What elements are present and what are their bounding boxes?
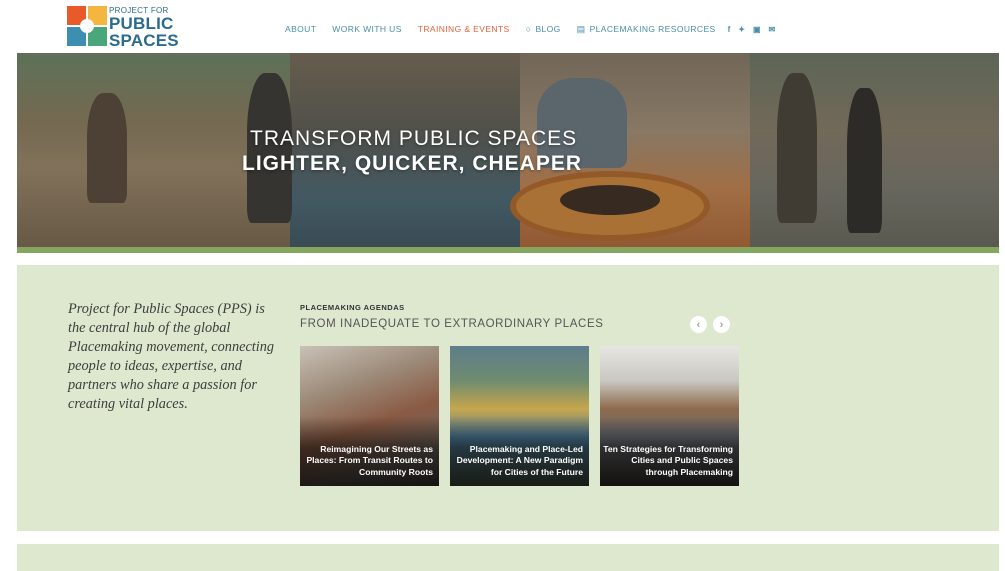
agenda-card[interactable]: Placemaking and Place-Led Development: A… bbox=[450, 346, 589, 486]
agenda-card-title: Ten Strategies for Transforming Cities a… bbox=[603, 443, 733, 477]
carousel-next-button[interactable]: › bbox=[713, 316, 730, 333]
facebook-icon[interactable]: f bbox=[728, 25, 731, 34]
logo-line2: SPACES bbox=[109, 31, 179, 50]
nav-placemaking-resources-label: PLACEMAKING RESOURCES bbox=[589, 24, 716, 34]
document-icon: ▤ bbox=[576, 23, 586, 34]
intro-text: Project for Public Spaces (PPS) is the c… bbox=[68, 301, 275, 412]
agenda-label: PLACEMAKING AGENDAS bbox=[300, 303, 405, 312]
next-section bbox=[17, 544, 999, 571]
nav-training-events[interactable]: TRAINING & EVENTS bbox=[418, 24, 510, 34]
nav-about[interactable]: ABOUT bbox=[285, 24, 316, 34]
hero-bottom-strip bbox=[17, 247, 999, 253]
nav-blog-label: BLOG bbox=[535, 24, 561, 34]
chevron-left-icon: ‹ bbox=[696, 318, 701, 331]
nav-placemaking-resources[interactable]: ▤ PLACEMAKING RESOURCES bbox=[577, 24, 716, 35]
agenda-card[interactable]: Ten Strategies for Transforming Cities a… bbox=[600, 346, 739, 486]
hero-title-line1: TRANSFORM PUBLIC SPACES bbox=[250, 127, 578, 150]
chevron-right-icon: › bbox=[719, 318, 724, 331]
agenda-subtitle: FROM INADEQUATE TO EXTRAORDINARY PLACES bbox=[300, 318, 604, 330]
logo-mark-icon bbox=[67, 6, 107, 46]
agenda-card-title: Reimagining Our Streets as Places: From … bbox=[306, 443, 433, 477]
nav-about-label: ABOUT bbox=[285, 24, 317, 34]
nav-training-events-label: TRAINING & EVENTS bbox=[417, 24, 510, 34]
logo-wordmark: PROJECT FOR PUBLIC SPACES bbox=[109, 6, 179, 50]
site-header: PROJECT FOR PUBLIC SPACES ABOUT WORK WIT… bbox=[0, 0, 1005, 53]
hero-title-line2: LIGHTER, QUICKER, CHEAPER bbox=[242, 152, 583, 175]
speech-bubble-icon: ○ bbox=[525, 24, 532, 34]
main-nav: ABOUT WORK WITH US TRAINING & EVENTS ○ BL… bbox=[285, 22, 783, 36]
section-divider bbox=[17, 531, 999, 544]
agenda-card-title: Placemaking and Place-Led Development: A… bbox=[456, 443, 583, 477]
logo-line1: PUBLIC bbox=[109, 14, 174, 33]
nav-work-with-us-label: WORK WITH US bbox=[332, 24, 402, 34]
pps-logo[interactable]: PROJECT FOR PUBLIC SPACES bbox=[67, 6, 179, 50]
nav-blog[interactable]: ○ BLOG bbox=[526, 24, 561, 34]
social-links: f ✦ ▣ ✉ bbox=[728, 25, 784, 34]
agenda-card[interactable]: Reimagining Our Streets as Places: From … bbox=[300, 346, 439, 486]
twitter-icon[interactable]: ✦ bbox=[738, 25, 745, 34]
email-icon[interactable]: ✉ bbox=[769, 25, 776, 34]
carousel-prev-button[interactable]: ‹ bbox=[690, 316, 707, 333]
instagram-icon[interactable]: ▣ bbox=[753, 25, 761, 34]
nav-work-with-us[interactable]: WORK WITH US bbox=[332, 24, 402, 34]
